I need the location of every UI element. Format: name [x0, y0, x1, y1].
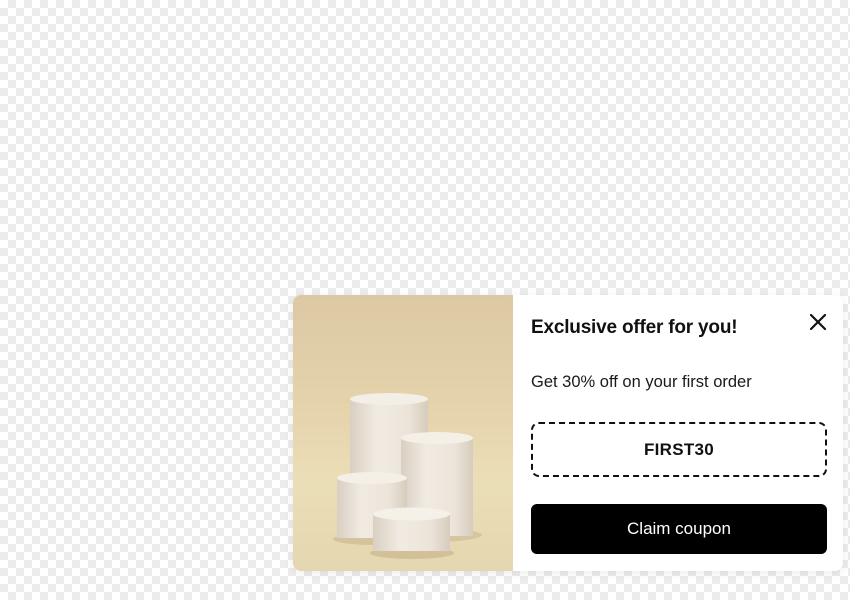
coupon-popup: Exclusive offer for you! Get 30% off on …: [293, 295, 843, 571]
close-icon: [809, 313, 827, 331]
close-button[interactable]: [807, 311, 829, 333]
claim-coupon-button[interactable]: Claim coupon: [531, 504, 827, 554]
coupon-code-box[interactable]: FIRST30: [531, 422, 827, 477]
popup-title: Exclusive offer for you!: [531, 317, 738, 338]
popup-content: Exclusive offer for you! Get 30% off on …: [513, 295, 843, 571]
popup-subtitle: Get 30% off on your first order: [531, 373, 752, 391]
product-image: [293, 295, 513, 571]
